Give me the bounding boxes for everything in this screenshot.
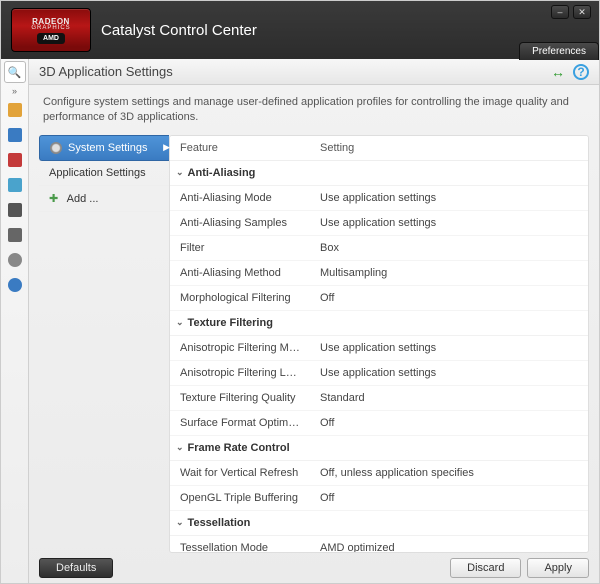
- preferences-button[interactable]: Preferences: [519, 42, 599, 60]
- rail-power[interactable]: [4, 149, 26, 171]
- group-header[interactable]: ⌄ Anti-Aliasing: [170, 161, 588, 186]
- table-row[interactable]: Morphological FilteringOff: [170, 286, 588, 311]
- feature-cell: Anti-Aliasing Method: [170, 261, 310, 285]
- rail-gaming[interactable]: [4, 224, 26, 246]
- split-panel: System Settings Application Settings Add…: [39, 135, 589, 553]
- feature-cell: Anisotropic Filtering Level: [170, 361, 310, 385]
- group-name: Tessellation: [188, 517, 251, 529]
- apply-button[interactable]: Apply: [527, 558, 589, 578]
- sidebar-item-system-settings[interactable]: System Settings: [39, 135, 169, 161]
- help-button[interactable]: ?: [573, 64, 589, 80]
- rail-display[interactable]: [4, 124, 26, 146]
- table-row[interactable]: Anisotropic Filtering LevelUse applicati…: [170, 361, 588, 386]
- rail-info[interactable]: [4, 274, 26, 296]
- settings-table: Feature Setting ⌄ Anti-Aliasing Anti-Alias…: [169, 135, 589, 553]
- page-header: 3D Application Settings ↔ ?: [29, 59, 599, 85]
- app-title: Catalyst Control Center: [101, 22, 257, 39]
- group-header[interactable]: ⌄ Tessellation: [170, 511, 588, 536]
- table-row[interactable]: Anti-Aliasing ModeUse application settin…: [170, 186, 588, 211]
- page-description: Configure system settings and manage use…: [39, 93, 589, 135]
- sidebar-item-add[interactable]: Add ...: [39, 186, 169, 212]
- group-name: Frame Rate Control: [188, 442, 290, 454]
- setting-cell: Use application settings: [310, 361, 588, 385]
- feature-cell: Tessellation Mode: [170, 536, 310, 553]
- setting-cell: Off: [310, 286, 588, 310]
- feature-cell: Surface Format Optimiza...: [170, 411, 310, 435]
- search-button[interactable]: 🔍: [4, 61, 26, 83]
- setting-cell: Multisampling: [310, 261, 588, 285]
- search-icon: 🔍: [8, 66, 22, 79]
- setting-cell: Use application settings: [310, 211, 588, 235]
- chevron-down-icon: ⌄: [176, 167, 184, 178]
- setting-cell: Off: [310, 486, 588, 510]
- table-body: ⌄Anti-AliasingAnti-Aliasing ModeUse appl…: [170, 161, 588, 553]
- feature-cell: Filter: [170, 236, 310, 260]
- table-row[interactable]: FilterBox: [170, 236, 588, 261]
- feature-cell: Anti-Aliasing Mode: [170, 186, 310, 210]
- setting-cell: AMD optimized: [310, 536, 588, 553]
- table-row[interactable]: Anti-Aliasing SamplesUse application set…: [170, 211, 588, 236]
- main: 3D Application Settings ↔ ? Configure sy…: [29, 59, 599, 583]
- setting-cell: Standard: [310, 386, 588, 410]
- setting-cell: Use application settings: [310, 336, 588, 360]
- setting-cell: Off, unless application specifies: [310, 461, 588, 485]
- feature-cell: Wait for Vertical Refresh: [170, 461, 310, 485]
- group-name: Texture Filtering: [188, 317, 273, 329]
- logo-sub: GRAPHICS: [31, 25, 70, 31]
- app-window: RADEON GRAPHICS AMD Catalyst Control Cen…: [0, 0, 600, 584]
- sidebar-item-label: Application Settings: [49, 167, 146, 179]
- table-row[interactable]: Wait for Vertical RefreshOff, unless app…: [170, 461, 588, 486]
- table-row[interactable]: Tessellation ModeAMD optimized: [170, 536, 588, 553]
- logo-bottom: AMD: [37, 33, 65, 44]
- close-button[interactable]: ✕: [573, 5, 591, 19]
- table-header: Feature Setting: [170, 136, 588, 161]
- sidebar-item-application-settings[interactable]: Application Settings: [39, 161, 169, 186]
- profile-list: System Settings Application Settings Add…: [39, 135, 169, 553]
- header-feature: Feature: [170, 136, 310, 160]
- feature-cell: Anti-Aliasing Samples: [170, 211, 310, 235]
- table-row[interactable]: Anti-Aliasing MethodMultisampling: [170, 261, 588, 286]
- page-title: 3D Application Settings: [39, 64, 173, 79]
- chevron-down-icon: ⌄: [176, 442, 184, 453]
- defaults-button[interactable]: Defaults: [39, 558, 113, 578]
- feature-cell: Texture Filtering Quality: [170, 386, 310, 410]
- header-setting: Setting: [310, 136, 588, 160]
- page-body: Configure system settings and manage use…: [29, 85, 599, 553]
- table-row[interactable]: OpenGL Triple BufferingOff: [170, 486, 588, 511]
- rail-performance[interactable]: [4, 249, 26, 271]
- setting-cell: Box: [310, 236, 588, 260]
- sidebar-item-label: System Settings: [68, 142, 147, 154]
- sidebar-item-label: Add ...: [67, 193, 99, 205]
- chevron-down-icon: ⌄: [176, 317, 184, 328]
- table-row[interactable]: Anisotropic Filtering Mo...Use applicati…: [170, 336, 588, 361]
- group-header[interactable]: ⌄ Texture Filtering: [170, 311, 588, 336]
- gear-icon: [50, 142, 62, 154]
- chevron-down-icon: ⌄: [176, 517, 184, 528]
- content: 🔍 » 3D Application Settings ↔ ? Configur…: [1, 59, 599, 583]
- rail-expand-button[interactable]: »: [4, 86, 26, 96]
- shortcut-icon[interactable]: ↔: [551, 64, 565, 80]
- table-row[interactable]: Surface Format Optimiza...Off: [170, 411, 588, 436]
- titlebar: RADEON GRAPHICS AMD Catalyst Control Cen…: [1, 1, 599, 59]
- discard-button[interactable]: Discard: [450, 558, 521, 578]
- rail-pin-home[interactable]: [4, 99, 26, 121]
- feature-cell: Morphological Filtering: [170, 286, 310, 310]
- amd-logo: RADEON GRAPHICS AMD: [11, 8, 91, 52]
- setting-cell: Off: [310, 411, 588, 435]
- table-row[interactable]: Texture Filtering QualityStandard: [170, 386, 588, 411]
- group-name: Anti-Aliasing: [188, 167, 256, 179]
- group-header[interactable]: ⌄ Frame Rate Control: [170, 436, 588, 461]
- minimize-button[interactable]: –: [551, 5, 569, 19]
- category-rail: 🔍 »: [1, 59, 29, 583]
- window-controls: – ✕: [551, 5, 591, 19]
- rail-video[interactable]: [4, 174, 26, 196]
- rail-capture[interactable]: [4, 199, 26, 221]
- feature-cell: OpenGL Triple Buffering: [170, 486, 310, 510]
- feature-cell: Anisotropic Filtering Mo...: [170, 336, 310, 360]
- setting-cell: Use application settings: [310, 186, 588, 210]
- footer: Defaults Discard Apply: [29, 553, 599, 583]
